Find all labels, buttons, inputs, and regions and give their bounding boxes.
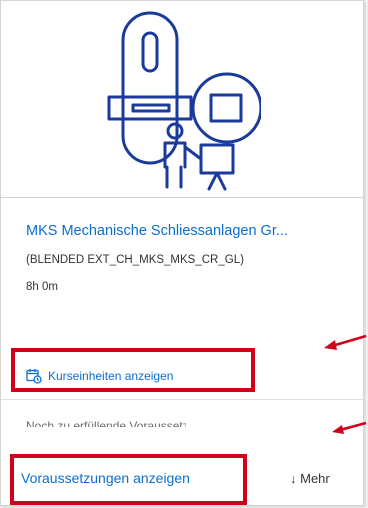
more-button[interactable]: ↓ Mehr	[290, 471, 330, 486]
highlight-box-units	[11, 348, 255, 392]
section-divider	[1, 399, 363, 400]
course-card[interactable]: MKS Mechanische Schliessanlagen Gr... (B…	[0, 0, 364, 506]
course-code: (BLENDED EXT_CH_MKS_MKS_CR_GL)	[26, 254, 244, 266]
red-arrow-icon	[332, 421, 367, 434]
highlight-box-prerequisites	[10, 454, 247, 505]
red-arrow-icon	[324, 334, 367, 350]
course-title-link[interactable]: MKS Mechanische Schliessanlagen Gr...	[26, 223, 356, 239]
course-duration: 8h 0m	[26, 281, 58, 293]
course-image-area	[1, 1, 363, 198]
key-lock-teacher-icon	[107, 11, 261, 191]
prerequisites-pending-text: Noch zu erfüllende Voraussetz...	[26, 419, 186, 427]
